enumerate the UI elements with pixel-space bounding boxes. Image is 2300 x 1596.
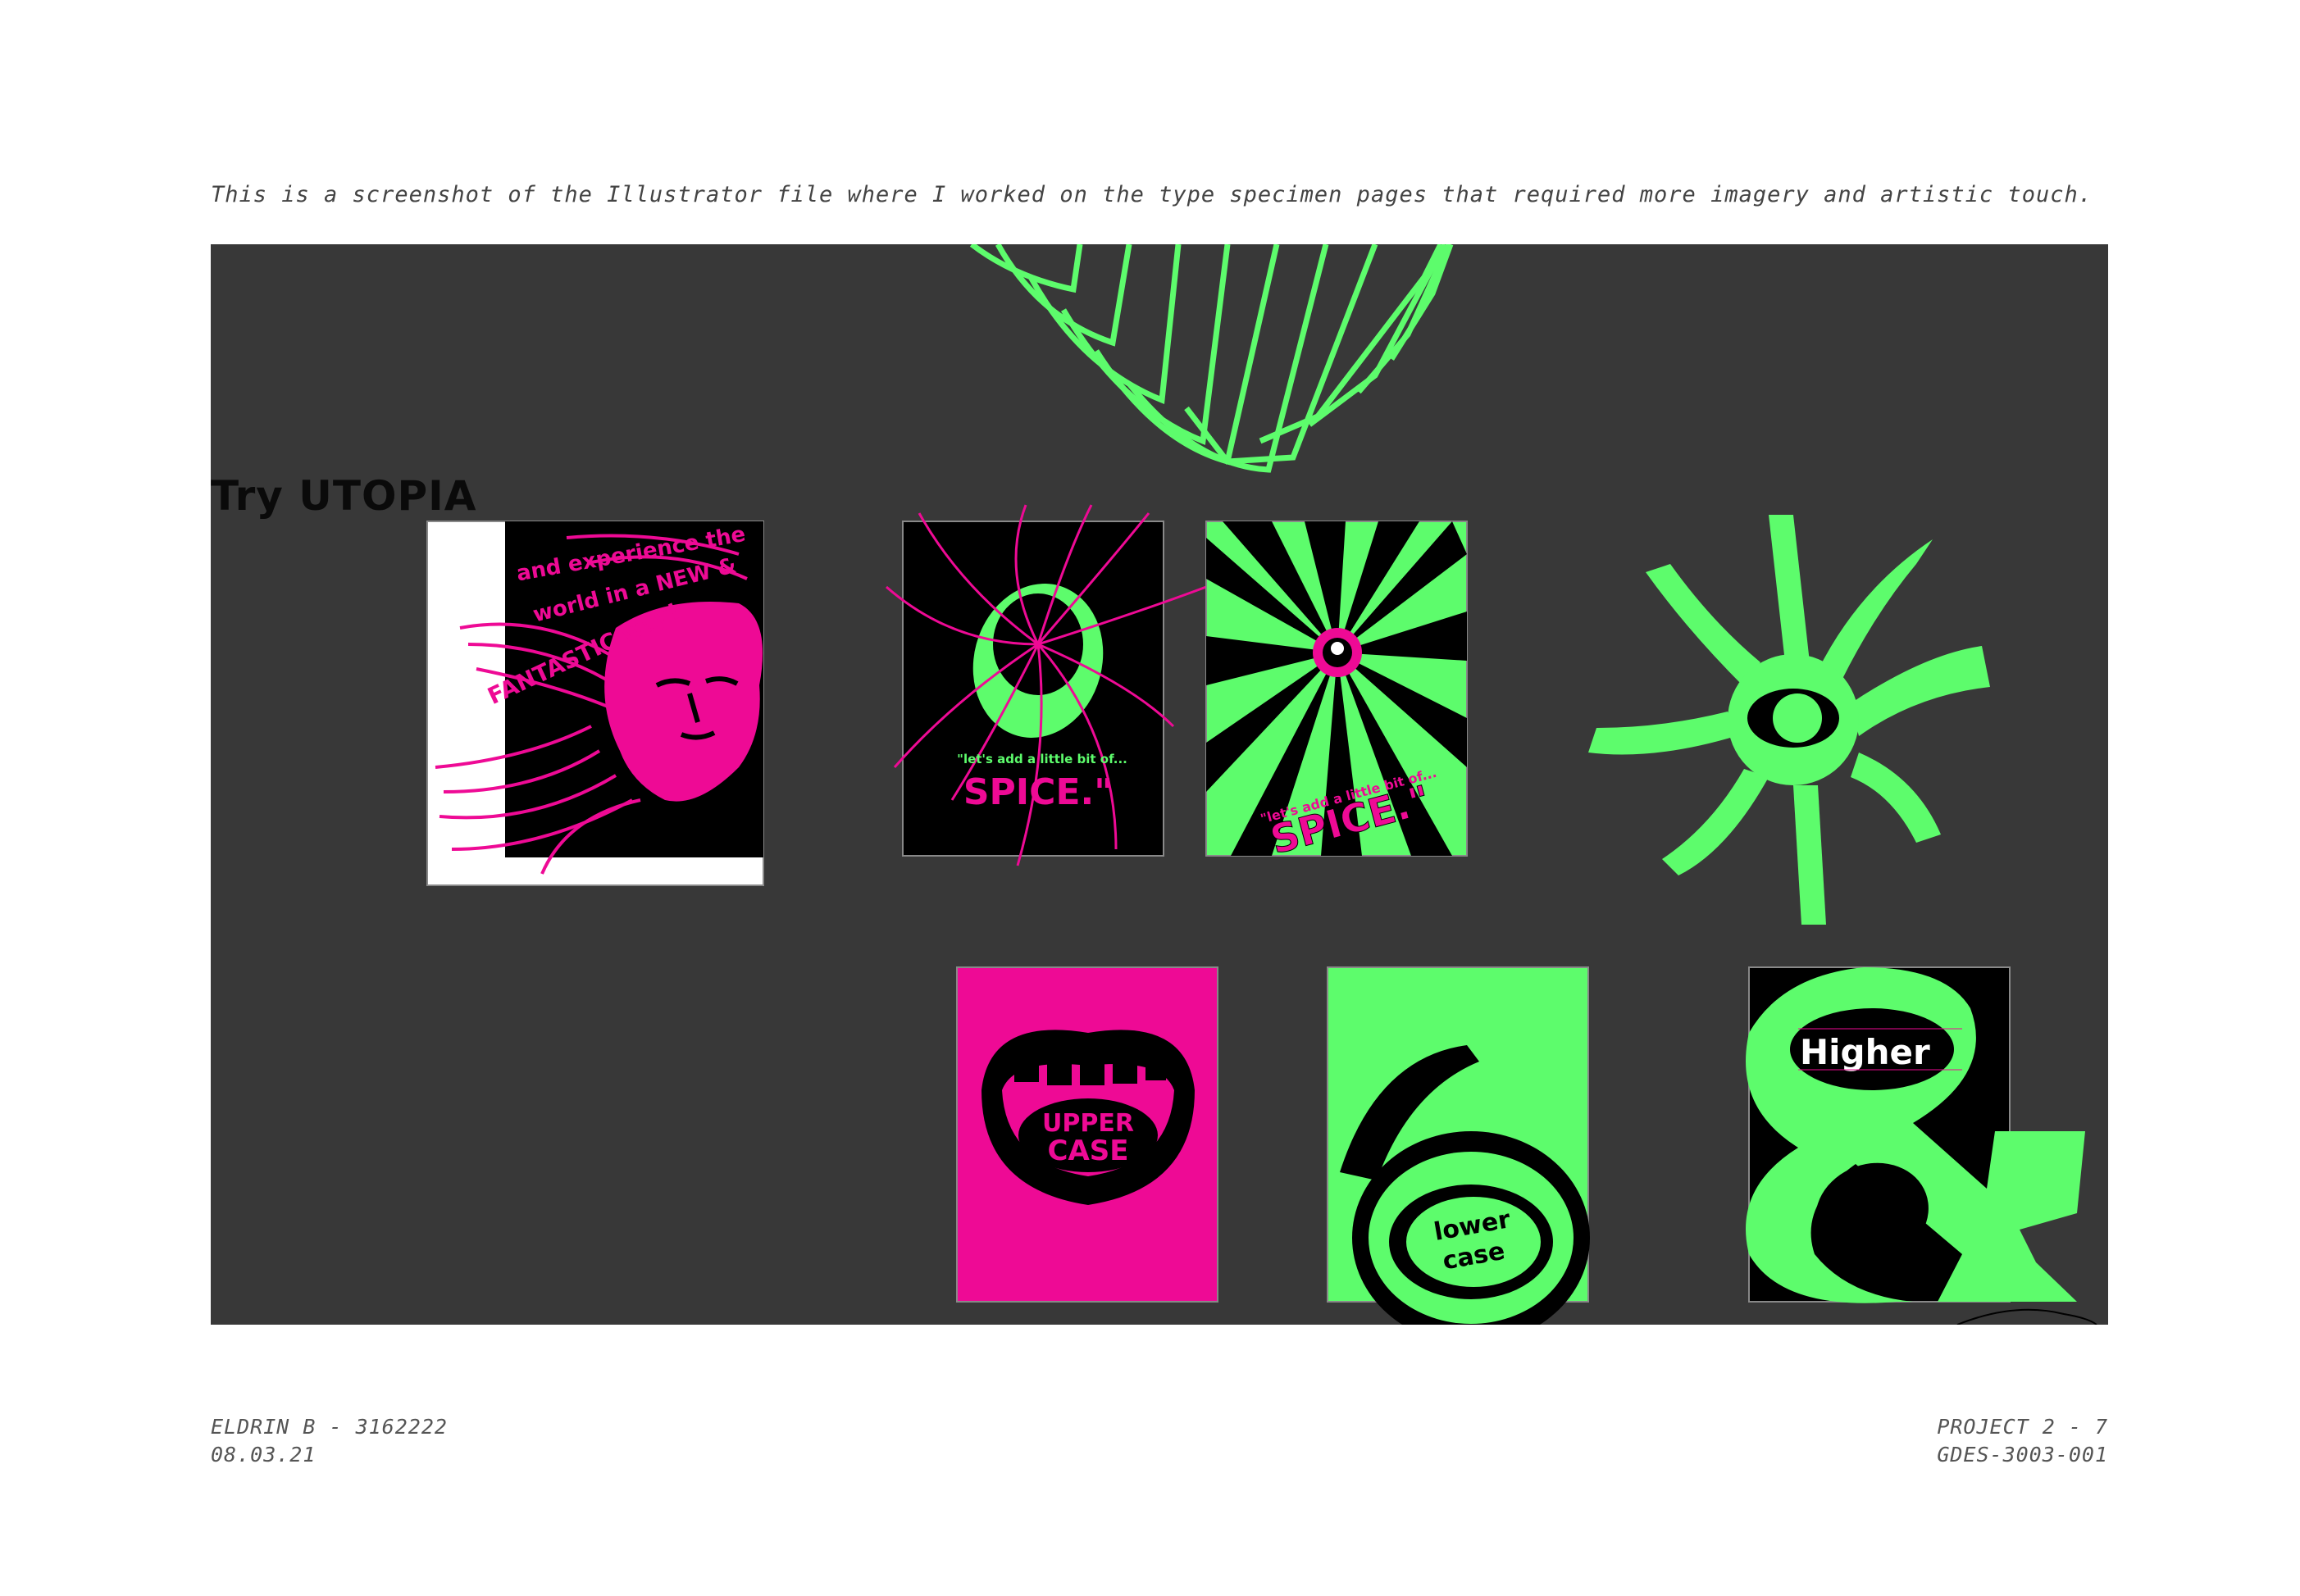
poster-eye-green: "let's add a little bit of... SPICE." (1205, 521, 1468, 864)
higher-title: Higher (1800, 1032, 1930, 1072)
footer-right: PROJECT 2 - 7 GDES-3003-001 (1937, 1413, 2108, 1469)
poster-lowercase: lower case (1327, 966, 1590, 1325)
date: 08.03.21 (211, 1443, 317, 1466)
illustrator-artboard-canvas: and experience the world in a NEW & FANT… (211, 244, 2108, 1325)
sun-eye-graphic (1588, 515, 1990, 925)
artboard-artwork: and experience the world in a NEW & FANT… (426, 244, 2097, 1325)
author-id: ELDRIN B - 3162222 (211, 1415, 448, 1439)
mouth-text-line2: CASE (1048, 1134, 1129, 1167)
footer-left: ELDRIN B - 3162222 08.03.21 (211, 1413, 448, 1469)
eye-black-word: SPICE." (963, 771, 1113, 813)
course-code: GDES-3003-001 (1937, 1443, 2108, 1466)
fan-decoration (969, 244, 1454, 473)
mouth-text-line1: UPPER (1042, 1109, 1134, 1138)
poster-higher: Higher (1746, 966, 2085, 1303)
eye-black-quote: "let's add a little bit of... (957, 752, 1127, 766)
try-utopia-label: Try UTOPIA (211, 472, 477, 520)
page-caption: This is a screenshot of the Illustrator … (211, 182, 2093, 207)
poster-mouth: UPPER CASE (956, 966, 1218, 1303)
poster-face: and experience the world in a NEW & FANT… (426, 521, 764, 886)
project-number: PROJECT 2 - 7 (1937, 1415, 2108, 1439)
poster-eye-black: "let's add a little bit of... SPICE." (886, 504, 1207, 866)
